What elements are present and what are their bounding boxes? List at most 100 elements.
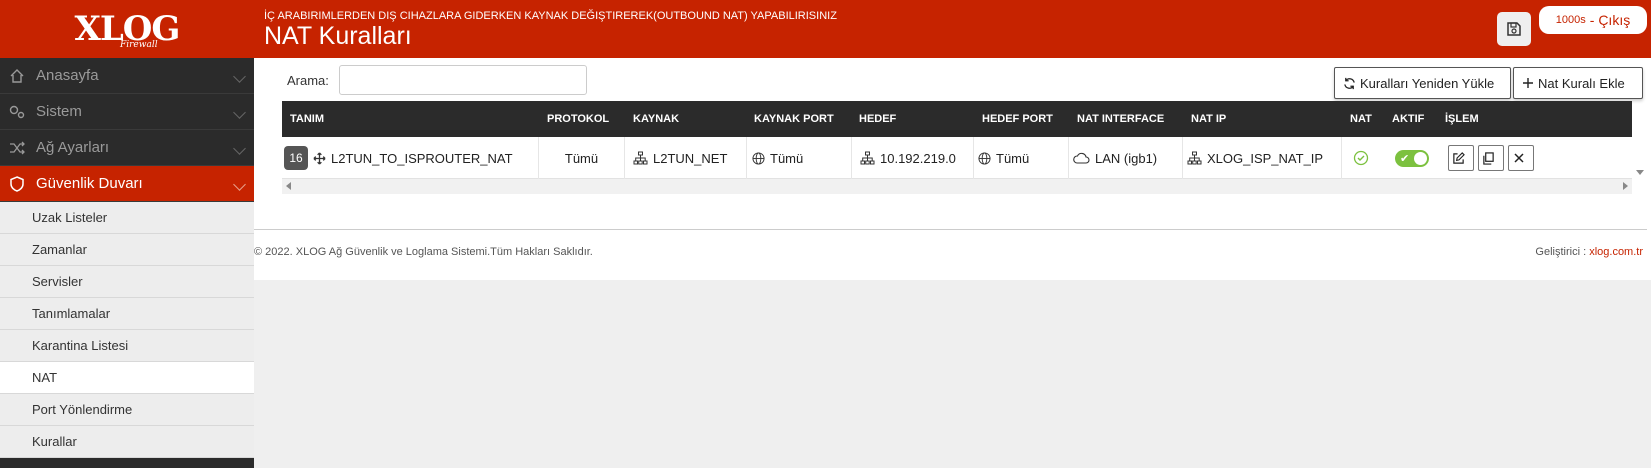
sidebar-item-label: Güvenlik Duvarı	[36, 175, 143, 192]
edit-button[interactable]	[1448, 145, 1474, 171]
cell-tanim: 16 L2TUN_TO_ISPROUTER_NAT	[284, 137, 539, 179]
search-input[interactable]	[339, 65, 587, 95]
chevron-down-icon	[233, 106, 246, 119]
network-icon	[633, 151, 648, 165]
rule-protocol: Tümü	[564, 150, 599, 166]
session-timer: 1000s	[1555, 14, 1586, 26]
copy-icon	[1483, 151, 1494, 165]
cell-islem	[1448, 137, 1568, 179]
column-header-nat-ip[interactable]: NAT IP	[1191, 113, 1226, 125]
footer-divider	[254, 229, 1647, 230]
column-header-hedef-port[interactable]: HEDEF PORT	[982, 113, 1053, 125]
rule-source: L2TUN_NET	[653, 150, 728, 166]
cell-kaynak: L2TUN_NET	[625, 137, 747, 179]
sidebar-subitem-zamanlar[interactable]: Zamanlar	[0, 234, 254, 266]
check-icon: ✔	[1400, 152, 1410, 165]
logout-label: - Çıkış	[1589, 12, 1631, 28]
column-header-protokol[interactable]: PROTOKOL	[547, 113, 609, 125]
sidebar-subitem-tanimlamalar[interactable]: Tanımlamalar	[0, 298, 254, 330]
add-nat-rule-label: Nat Kuralı Ekle	[1538, 75, 1625, 91]
footer-developer: Geliştirici : xlog.com.tr	[1535, 246, 1643, 258]
developer-link[interactable]: xlog.com.tr	[1589, 246, 1643, 258]
sidebar-item-label: Anasayfa	[36, 67, 99, 84]
sidebar-item-anasayfa[interactable]: Anasayfa	[0, 58, 254, 94]
cell-nat-ip: XLOG_ISP_NAT_IP	[1183, 137, 1342, 179]
sidebar-subitem-nat[interactable]: NAT	[0, 362, 254, 394]
sidebar-subitem-kurallar[interactable]: Kurallar	[0, 426, 254, 458]
refresh-icon	[1344, 77, 1355, 89]
sidebar-subitem-port-yonlendirme[interactable]: Port Yönlendirme	[0, 394, 254, 426]
cell-aktif: ✔	[1384, 137, 1440, 179]
developer-label: Geliştirici :	[1535, 246, 1587, 258]
horizontal-scrollbar[interactable]	[282, 179, 1632, 194]
cloud-icon	[1073, 152, 1090, 164]
network-icon	[1187, 151, 1202, 165]
logout-button[interactable]: 1000s - Çıkış	[1539, 6, 1647, 34]
sidebar: XLOG Firewall Anasayfa Sistem Ağ Ayarlar…	[0, 0, 254, 468]
cell-nat	[1342, 137, 1384, 179]
column-header-kaynak[interactable]: KAYNAK	[633, 113, 679, 125]
column-header-hedef[interactable]: HEDEF	[859, 113, 896, 125]
sidebar-item-label: Sistem	[36, 103, 82, 120]
sidebar-item-guvenlik-duvari[interactable]: Güvenlik Duvarı	[0, 166, 254, 202]
chevron-down-icon	[233, 70, 246, 83]
copy-button[interactable]	[1478, 145, 1504, 171]
column-header-tanim[interactable]: TANIM	[290, 113, 324, 125]
column-header-kaynak-port[interactable]: KAYNAK PORT	[754, 113, 834, 125]
rule-name: L2TUN_TO_ISPROUTER_NAT	[331, 150, 513, 166]
chevron-down-icon	[233, 142, 246, 155]
footer-copyright: © 2022. XLOG Ağ Güvenlik ve Loglama Sist…	[254, 246, 593, 258]
cell-protokol: Tümü	[539, 137, 625, 179]
main-panel: Arama: Kuralları Yeniden Yükle Nat Kural…	[254, 58, 1651, 280]
close-icon	[1513, 153, 1524, 163]
nat-rules-table: TANIM PROTOKOL KAYNAK KAYNAK PORT HEDEF …	[282, 101, 1632, 194]
network-icon	[860, 151, 875, 165]
sidebar-item-sistem[interactable]: Sistem	[0, 94, 254, 130]
column-header-nat-interface[interactable]: NAT INTERFACE	[1077, 113, 1164, 125]
sidebar-subitem-uzak-listeler[interactable]: Uzak Listeler	[0, 202, 254, 234]
save-icon	[1507, 22, 1521, 36]
sidebar-subitem-karantina-listesi[interactable]: Karantina Listesi	[0, 330, 254, 362]
check-circle-icon	[1353, 150, 1368, 166]
column-header-aktif[interactable]: AKTIF	[1392, 113, 1424, 125]
search-label: Arama:	[287, 73, 329, 88]
save-button[interactable]	[1497, 12, 1531, 46]
table-row[interactable]: 16 L2TUN_TO_ISPROUTER_NAT Tümü L2TUN_NET…	[282, 137, 1632, 179]
drag-handle-icon[interactable]	[313, 151, 326, 165]
page-header: İÇ ARABIRIMLERDEN DIŞ CIHAZLARA GIDERKEN…	[254, 0, 1651, 58]
active-toggle[interactable]: ✔	[1395, 149, 1429, 167]
cell-hedef: 10.192.219.0	[852, 137, 974, 179]
scroll-down-arrow[interactable]	[1636, 170, 1644, 175]
sidebar-subitem-servisler[interactable]: Servisler	[0, 266, 254, 298]
toggle-knob	[1414, 151, 1427, 165]
sidebar-item-ag-ayarlari[interactable]: Ağ Ayarları	[0, 130, 254, 166]
cell-hedef-port: Tümü	[974, 137, 1069, 179]
column-header-nat[interactable]: NAT	[1350, 113, 1372, 125]
vertical-scrollbar[interactable]	[1632, 101, 1647, 179]
home-icon	[8, 67, 26, 85]
sidebar-bottom-bar	[0, 464, 254, 468]
sidebar-submenu: Uzak Listeler Zamanlar Servisler Tanımla…	[0, 202, 254, 458]
page-subtitle: İÇ ARABIRIMLERDEN DIŞ CIHAZLARA GIDERKEN…	[264, 10, 837, 22]
delete-button[interactable]	[1508, 145, 1534, 171]
scroll-left-arrow[interactable]	[286, 182, 291, 190]
logo[interactable]: XLOG Firewall	[0, 0, 254, 58]
column-header-islem[interactable]: İŞLEM	[1445, 113, 1479, 125]
shuffle-icon	[8, 139, 26, 157]
rule-nat-interface: LAN (igb1)	[1095, 150, 1158, 166]
cell-nat-interface: LAN (igb1)	[1069, 137, 1183, 179]
globe-icon	[978, 151, 991, 165]
cell-kaynak-port: Tümü	[747, 137, 852, 179]
reload-rules-button[interactable]: Kuralları Yeniden Yükle	[1334, 67, 1511, 99]
plus-icon	[1523, 78, 1533, 88]
add-nat-rule-button[interactable]: Nat Kuralı Ekle	[1513, 67, 1643, 99]
reload-rules-label: Kuralları Yeniden Yükle	[1360, 75, 1495, 91]
logo-subtitle: Firewall	[120, 40, 158, 50]
rule-destination: 10.192.219.0	[880, 150, 956, 166]
rule-source-port: Tümü	[770, 150, 804, 166]
page-title: NAT Kuralları	[264, 22, 412, 50]
scroll-right-arrow[interactable]	[1623, 182, 1628, 190]
rule-destination-port: Tümü	[996, 150, 1030, 166]
table-header: TANIM PROTOKOL KAYNAK KAYNAK PORT HEDEF …	[282, 101, 1632, 137]
rule-nat-ip: XLOG_ISP_NAT_IP	[1207, 150, 1324, 166]
